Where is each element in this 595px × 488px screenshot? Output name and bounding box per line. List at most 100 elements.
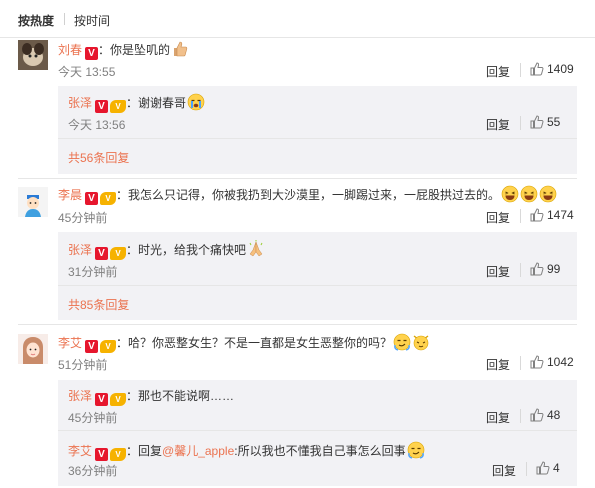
thumbs-up-icon — [530, 115, 544, 129]
username[interactable]: 刘春 — [58, 43, 82, 57]
comment-line: 李晨 V V ：我怎么只记得，你被我扔到大沙漠里，一脚踢过来，一屁股拱过去的。 — [58, 185, 557, 205]
vip-badge-icon: V — [110, 100, 127, 113]
username[interactable]: 李艾 — [68, 444, 92, 458]
comment-text: ：你是坠叽的 — [98, 43, 171, 57]
like-count: 99 — [547, 262, 561, 276]
username[interactable]: 张泽 — [68, 389, 92, 403]
username[interactable]: 张泽 — [68, 96, 92, 110]
divider — [58, 285, 577, 286]
verified-badge-icon: V — [95, 100, 109, 113]
vip-badge-icon: V — [100, 192, 117, 205]
vip-badge-icon: V — [110, 393, 127, 406]
action-divider — [520, 409, 521, 423]
action-divider — [520, 356, 521, 370]
reply-line: 张泽 V V ：那也不能说啊…… — [68, 388, 234, 406]
like-button[interactable]: 48 — [530, 408, 560, 422]
reply-button[interactable]: 回复 — [486, 409, 510, 426]
verified-badge-icon: V — [85, 340, 99, 353]
username[interactable]: 张泽 — [68, 243, 92, 257]
vip-badge-icon: V — [100, 340, 117, 353]
like-count: 1409 — [547, 62, 574, 76]
verified-badge-icon: V — [95, 247, 109, 260]
comment-text: ：我怎么只记得，你被我扔到大沙漠里，一脚踢过来，一屁股拱过去的。 — [116, 188, 501, 202]
like-button[interactable]: 99 — [530, 262, 560, 276]
like-button[interactable]: 1474 — [530, 208, 574, 222]
view-more-replies-link[interactable]: 共85条回复 — [68, 296, 129, 313]
comment-divider — [18, 178, 577, 179]
verified-badge-icon: V — [85, 192, 99, 205]
reply-text: ：时光，给我个痛快吧 — [126, 243, 247, 257]
reply-button[interactable]: 回复 — [486, 63, 510, 80]
smirk-face-emoji-icon — [407, 441, 424, 459]
like-button[interactable]: 1042 — [530, 355, 574, 369]
comment-time: 今天 13:55 — [58, 65, 116, 79]
comment-line: 李艾 V V ：哈？你恶整女生？不是一直都是女生恶整你的吗？ — [58, 333, 430, 353]
sort-by-hot-tab[interactable]: 按热度 — [18, 12, 54, 29]
thumbs-up-icon — [530, 355, 544, 369]
praying-hands-emoji-icon — [249, 240, 263, 257]
cat-face-emoji-icon — [413, 335, 429, 351]
reply-time: 31分钟前 — [68, 265, 118, 279]
reply-time: 今天 13:56 — [68, 118, 126, 132]
comment-time: 45分钟前 — [58, 211, 108, 225]
verified-badge-icon: V — [95, 393, 109, 406]
like-button[interactable]: 1409 — [530, 62, 574, 76]
thumbs-up-icon — [530, 262, 544, 276]
thumbs-up-icon — [530, 408, 544, 422]
reply-text: ：那也不能说啊…… — [126, 389, 235, 403]
reply-time: 45分钟前 — [68, 411, 118, 425]
like-count: 1474 — [547, 208, 574, 222]
replies-box: 张泽 V V ：那也不能说啊…… 45分钟前 回复 48 李艾 V V ：回复@馨儿_app… — [58, 380, 577, 486]
reply-button[interactable]: 回复 — [486, 116, 510, 133]
sort-bar: 按热度 按时间 — [0, 0, 595, 38]
action-divider — [520, 209, 521, 223]
reply-button[interactable]: 回复 — [486, 356, 510, 373]
comment-text: ：哈？你恶整女生？不是一直都是女生恶整你的吗？ — [116, 336, 393, 350]
reply-button[interactable]: 回复 — [492, 462, 516, 479]
reply-time: 36分钟前 — [68, 464, 118, 478]
action-divider — [520, 63, 521, 77]
reply-text: ：谢谢春哥 — [126, 96, 187, 110]
reply-button[interactable]: 回复 — [486, 209, 510, 226]
reply-line: 张泽 V V ：谢谢春哥 — [68, 93, 205, 113]
avatar[interactable] — [18, 334, 48, 364]
sort-divider — [64, 13, 65, 25]
reply-line: 李艾 V V ：回复@馨儿_apple:所以我也不懂我自己事怎么回事 — [68, 441, 425, 461]
action-divider — [526, 462, 527, 476]
reply-line: 张泽 V V ：时光，给我个痛快吧 — [68, 240, 265, 260]
laughing-emoji-icon — [539, 185, 557, 203]
like-button[interactable]: 4 — [536, 461, 560, 475]
reply-prefix: ：回复 — [126, 444, 163, 458]
reply-text: :所以我也不懂我自己事怎么回事 — [234, 444, 406, 458]
laughing-emoji-icon — [520, 185, 538, 203]
like-count: 55 — [547, 115, 561, 129]
like-button[interactable]: 55 — [530, 115, 560, 129]
avatar[interactable] — [18, 187, 48, 217]
username[interactable]: 李晨 — [58, 188, 82, 202]
vip-badge-icon: V — [110, 448, 127, 461]
sort-by-time-tab[interactable]: 按时间 — [74, 12, 110, 29]
thumbs-up-emoji-icon — [174, 41, 188, 57]
verified-badge-icon: V — [85, 47, 99, 60]
thumbs-up-icon — [530, 208, 544, 222]
verified-badge-icon: V — [95, 448, 109, 461]
view-more-replies-link[interactable]: 共56条回复 — [68, 149, 129, 166]
replies-box: 张泽 V V ：谢谢春哥 今天 13:56 回复 55 共56条回复 — [58, 86, 577, 174]
divider — [58, 430, 577, 431]
comment-line: 刘春 V ：你是坠叽的 — [58, 40, 189, 60]
divider — [58, 138, 577, 139]
thumbs-up-icon — [530, 62, 544, 76]
username[interactable]: 李艾 — [58, 336, 82, 350]
reply-button[interactable]: 回复 — [486, 263, 510, 280]
thumbs-up-icon — [536, 461, 550, 475]
like-count: 1042 — [547, 355, 574, 369]
replies-box: 张泽 V V ：时光，给我个痛快吧 31分钟前 回复 99 共85条回复 — [58, 232, 577, 320]
crying-face-emoji-icon — [187, 93, 205, 111]
avatar[interactable] — [18, 40, 48, 70]
mention-link[interactable]: @馨儿_apple — [162, 444, 234, 458]
like-count: 48 — [547, 408, 561, 422]
action-divider — [520, 263, 521, 277]
vip-badge-icon: V — [110, 247, 127, 260]
comment-divider — [18, 324, 577, 325]
action-divider — [520, 116, 521, 130]
